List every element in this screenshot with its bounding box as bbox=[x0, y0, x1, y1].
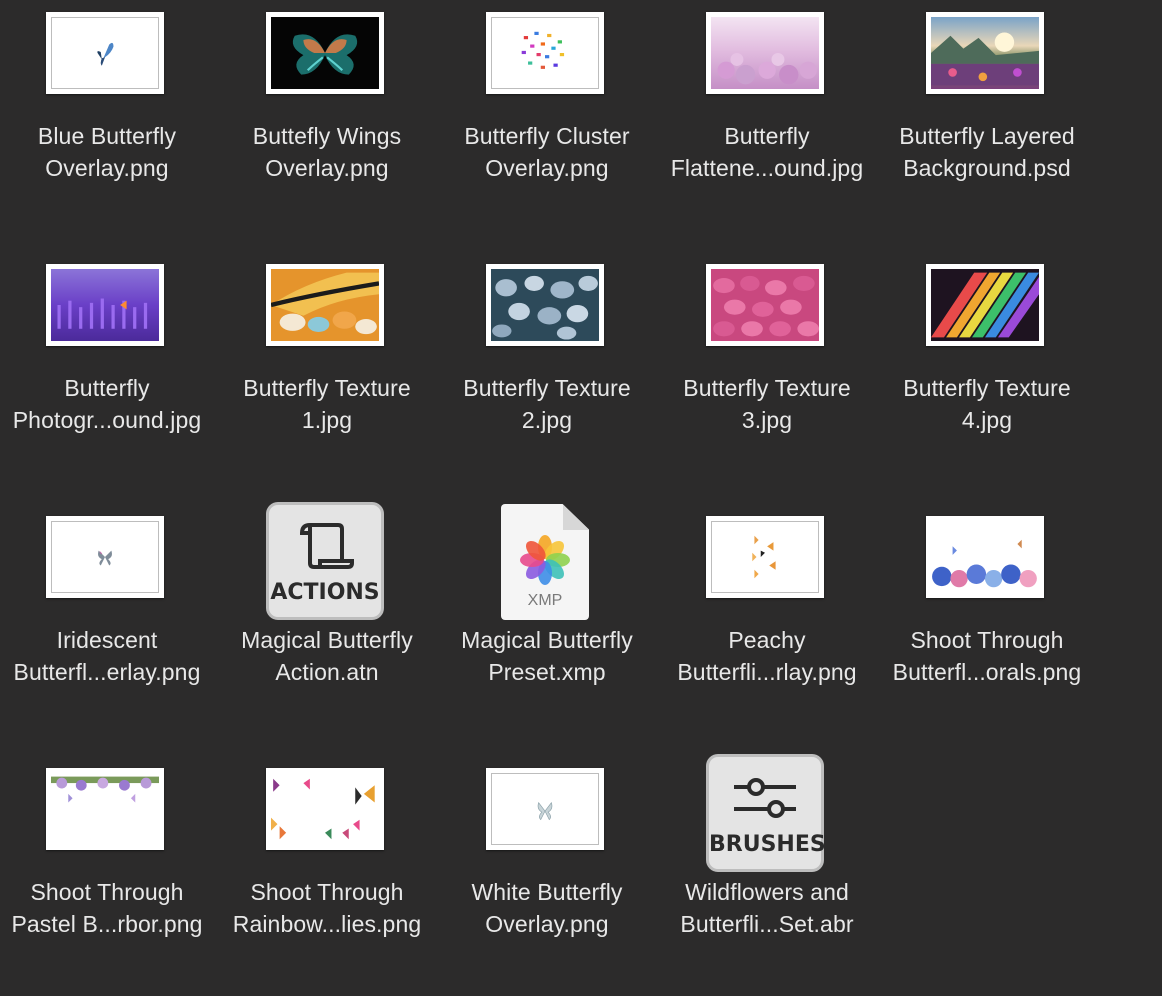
file-item-shoot-through-pastel-butterfly-arbor[interactable]: Shoot Through Pastel B...rbor.png bbox=[0, 756, 217, 996]
file-item-shoot-through-rainbow-butterflies[interactable]: Shoot Through Rainbow...lies.png bbox=[217, 756, 437, 996]
file-icon-grid: Blue Butterfly Overlay.png Buttefly Wings… bbox=[0, 0, 1162, 962]
butterflies-icon bbox=[752, 535, 776, 579]
butterfly-cluster-icon bbox=[521, 31, 565, 69]
file-name: Blue Butterfly Overlay.png bbox=[37, 123, 177, 181]
rainbow-scale-texture-icon bbox=[931, 272, 1039, 338]
file-name: Butterfly Texture 2.jpg bbox=[463, 375, 631, 433]
thumbnail bbox=[266, 264, 384, 346]
thumbnail bbox=[926, 12, 1044, 94]
file-item-iridescent-butterfly-overlay[interactable]: Iridescent Butterfl...erlay.png bbox=[0, 504, 217, 744]
xmp-document-icon: XMP bbox=[501, 504, 589, 620]
file-item-butterfly-photography-background[interactable]: Butterfly Photogr...ound.jpg bbox=[0, 252, 217, 492]
thumbnail bbox=[706, 12, 824, 94]
file-name: Peachy Butterfli...rlay.png bbox=[677, 627, 857, 685]
file-name: Magical Butterfly Preset.xmp bbox=[461, 627, 633, 685]
thumbnail bbox=[46, 768, 164, 850]
butterfly-icon bbox=[97, 42, 114, 66]
rainbow-butterflies-icon bbox=[271, 778, 375, 840]
flower-field-icon bbox=[717, 53, 817, 85]
file-name: Butterfly Layered Background.psd bbox=[899, 123, 1075, 181]
file-item-butterfly-flattened-background[interactable]: Butterfly Flattene...ound.jpg bbox=[657, 0, 877, 240]
petal-texture-icon bbox=[492, 275, 598, 340]
scroll-icon bbox=[299, 523, 354, 569]
file-item-white-butterfly-overlay[interactable]: White Butterfly Overlay.png bbox=[437, 756, 657, 996]
file-name: Butterfly Photogr...ound.jpg bbox=[12, 375, 202, 433]
file-name: White Butterfly Overlay.png bbox=[471, 879, 623, 937]
file-item-magical-butterfly-action[interactable]: ACTIONS Magical Butterfly Action.atn bbox=[217, 502, 437, 744]
thumbnail bbox=[486, 768, 604, 850]
actions-label: ACTIONS bbox=[270, 580, 380, 605]
thumbnail bbox=[266, 12, 384, 94]
thumbnail bbox=[926, 516, 1044, 598]
brushes-label: BRUSHES bbox=[709, 832, 826, 857]
file-item-blue-butterfly-overlay[interactable]: Blue Butterfly Overlay.png bbox=[0, 0, 217, 240]
file-item-butterfly-cluster-overlay[interactable]: Butterfly Cluster Overlay.png bbox=[437, 0, 657, 240]
file-item-shoot-through-butterfly-florals[interactable]: Shoot Through Butterfl...orals.png bbox=[877, 504, 1097, 744]
pink-petal-texture-icon bbox=[713, 275, 819, 337]
thumbnail bbox=[486, 264, 604, 346]
thumbnail bbox=[706, 516, 824, 598]
file-name: Shoot Through Butterfl...orals.png bbox=[892, 627, 1082, 685]
file-item-butterfly-texture-3[interactable]: Butterfly Texture 3.jpg bbox=[657, 252, 877, 492]
file-item-butterfly-texture-1[interactable]: Butterfly Texture 1.jpg bbox=[217, 252, 437, 492]
thumbnail bbox=[46, 264, 164, 346]
lavender-field-icon bbox=[57, 298, 148, 329]
file-item-buttefly-wings-overlay[interactable]: Buttefly Wings Overlay.png bbox=[217, 0, 437, 240]
butterfly-icon bbox=[537, 801, 553, 821]
file-name: Wildflowers and Butterfli...Set.abr bbox=[680, 879, 854, 937]
page-fold bbox=[563, 504, 589, 530]
file-extension-label: XMP bbox=[527, 592, 563, 609]
file-name: Butterfly Texture 3.jpg bbox=[683, 375, 851, 433]
thumbnail bbox=[706, 264, 824, 346]
butterfly-icon bbox=[98, 550, 112, 566]
thumbnail bbox=[266, 768, 384, 850]
brushes-file-icon: BRUSHES bbox=[706, 754, 826, 872]
wing-texture-icon bbox=[271, 272, 379, 335]
file-name: Buttefly Wings Overlay.png bbox=[252, 123, 402, 181]
arbor-border-icon bbox=[51, 776, 159, 803]
file-item-butterfly-texture-2[interactable]: Butterfly Texture 2.jpg bbox=[437, 252, 657, 492]
file-name: Shoot Through Rainbow...lies.png bbox=[232, 879, 422, 937]
file-name: Butterfly Flattene...ound.jpg bbox=[670, 123, 864, 181]
thumbnail bbox=[926, 264, 1044, 346]
file-name: Butterfly Cluster Overlay.png bbox=[464, 123, 630, 181]
file-item-butterfly-layered-background[interactable]: Butterfly Layered Background.psd bbox=[877, 0, 1097, 240]
actions-file-icon: ACTIONS bbox=[266, 502, 384, 620]
file-item-butterfly-texture-4[interactable]: Butterfly Texture 4.jpg bbox=[877, 252, 1097, 492]
file-item-wildflowers-butterflies-brush-set[interactable]: BRUSHES Wildflowers and Butterfli...Set.a… bbox=[657, 754, 877, 996]
file-name: Iridescent Butterfl...erlay.png bbox=[13, 627, 201, 685]
file-item-magical-butterfly-preset[interactable]: XMP Magical Butterfly Preset.xmp bbox=[437, 504, 657, 744]
file-item-peachy-butterflies-overlay[interactable]: Peachy Butterfli...rlay.png bbox=[657, 504, 877, 744]
butterfly-wings-icon bbox=[292, 34, 358, 75]
file-name: Butterfly Texture 4.jpg bbox=[903, 375, 1071, 433]
thumbnail bbox=[46, 516, 164, 598]
sliders-icon bbox=[734, 778, 796, 818]
file-name: Magical Butterfly Action.atn bbox=[241, 627, 413, 685]
file-name: Butterfly Texture 1.jpg bbox=[243, 375, 411, 433]
file-name: Shoot Through Pastel B...rbor.png bbox=[11, 879, 203, 937]
photos-flower-icon bbox=[520, 535, 570, 585]
thumbnail bbox=[486, 12, 604, 94]
thumbnail bbox=[46, 12, 164, 94]
landscape-icon bbox=[931, 32, 1039, 86]
floral-border-icon bbox=[932, 539, 1037, 588]
